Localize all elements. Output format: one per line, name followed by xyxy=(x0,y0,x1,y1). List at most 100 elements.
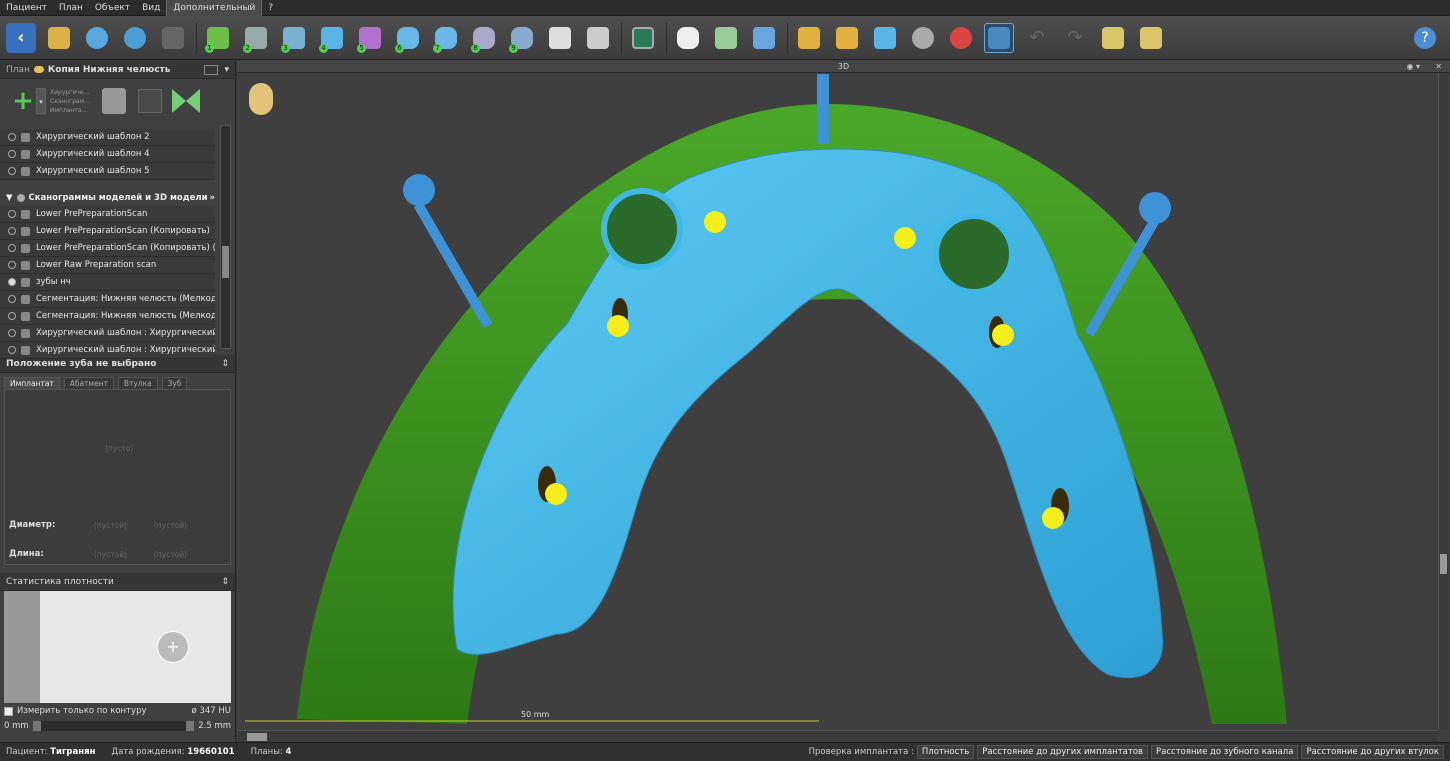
tooth-view-button[interactable] xyxy=(673,23,703,53)
layout-button[interactable] xyxy=(628,23,658,53)
step5-button[interactable]: 5 xyxy=(355,23,385,53)
radio-button[interactable] xyxy=(8,329,16,337)
list-item[interactable]: Хирургический шаблон : Хирургический ... xyxy=(0,342,215,359)
scroll-thumb[interactable] xyxy=(1440,554,1447,574)
chevron-updown-icon[interactable]: ⇕ xyxy=(221,359,229,369)
globe-button[interactable] xyxy=(120,23,150,53)
disabled-tool-button[interactable] xyxy=(158,23,188,53)
arch-button[interactable] xyxy=(984,22,1014,53)
chevron-updown-icon[interactable]: ⇕ xyxy=(221,577,229,587)
viewport-3d[interactable]: 3D ◉ ▾ ✕ 50 mm xyxy=(237,61,1450,742)
left-scrollbar[interactable] xyxy=(220,125,231,349)
implant-tool-button[interactable] xyxy=(794,23,824,53)
check-button[interactable] xyxy=(138,89,162,113)
contour-checkbox[interactable] xyxy=(4,706,13,716)
implant-tool3-button[interactable] xyxy=(870,23,900,53)
import-button[interactable] xyxy=(1098,23,1128,53)
step9-button[interactable]: 9 xyxy=(507,23,537,53)
diameter-value-2[interactable]: (пустой) xyxy=(127,521,187,530)
step8-button[interactable]: 8 xyxy=(469,23,499,53)
list-item[interactable]: Lower PrePreparationScan xyxy=(0,206,215,223)
link-button[interactable] xyxy=(82,23,112,53)
length-value-1[interactable]: (пустой) xyxy=(69,550,127,559)
step3-button[interactable]: 3 xyxy=(279,23,309,53)
list-item[interactable]: Сегментация: Нижняя челюсть (Мелкоди... xyxy=(0,291,215,308)
menu-object[interactable]: Объект xyxy=(89,0,136,16)
density-button[interactable]: Плотность xyxy=(916,745,975,759)
measure-button[interactable] xyxy=(711,23,741,53)
distance-implants-button[interactable]: Расстояние до других имплантатов xyxy=(977,745,1149,759)
chevron-down-icon[interactable]: ▾ xyxy=(224,65,229,75)
menu-bar: Пациент План Объект Вид Дополнительный ? xyxy=(0,0,1450,17)
list-item[interactable]: Сегментация: Нижняя челюсть (Мелкоди... xyxy=(0,308,215,325)
length-value-2[interactable]: (пустой) xyxy=(127,550,187,559)
close-icon[interactable]: ✕ xyxy=(1435,61,1442,73)
menu-additional[interactable]: Дополнительный xyxy=(166,0,263,17)
list-item[interactable]: Хирургический шаблон 2 xyxy=(0,129,215,146)
tab-abutment[interactable]: Абатмент xyxy=(63,377,114,389)
scrollbar-thumb[interactable] xyxy=(222,246,229,278)
radio-button[interactable] xyxy=(8,278,16,286)
radio-button[interactable] xyxy=(8,244,16,252)
zoom-button[interactable] xyxy=(908,23,938,53)
plus-icon: + xyxy=(12,86,34,116)
menu-help[interactable]: ? xyxy=(262,0,279,16)
plan-name: Копия Нижняя челюсть xyxy=(47,64,171,75)
distance-canal-button[interactable]: Расстояние до зубного канала xyxy=(1151,745,1299,759)
list-item[interactable]: Lower PrePreparationScan (Копировать) (K… xyxy=(0,240,215,257)
list-item[interactable]: Хирургический шаблон 4 xyxy=(0,146,215,163)
tool-button[interactable] xyxy=(172,89,200,113)
menu-icon[interactable] xyxy=(204,64,219,75)
orientation-head-icon[interactable] xyxy=(249,83,273,115)
viewport-vscroll[interactable] xyxy=(1438,74,1448,730)
template-icon xyxy=(21,166,30,176)
back-button[interactable]: ‹ xyxy=(6,22,36,53)
export-button[interactable] xyxy=(1136,23,1166,53)
slider-handle-right[interactable] xyxy=(186,721,195,731)
list-item[interactable]: Lower Raw Preparation scan xyxy=(0,257,215,274)
list-item[interactable]: Хирургический шаблон 5 xyxy=(0,163,215,180)
slider-handle-left[interactable] xyxy=(32,721,41,731)
step1-button[interactable]: 1 xyxy=(203,23,233,53)
range-slider[interactable] xyxy=(32,721,195,731)
step4-button[interactable]: 4 xyxy=(317,23,347,53)
help-button[interactable]: ? xyxy=(1410,23,1440,53)
redo-button[interactable]: ↷ xyxy=(1060,23,1090,53)
diameter-value-1[interactable]: (пустой) xyxy=(69,521,127,530)
add-button[interactable]: + xyxy=(10,86,36,116)
add-dropdown[interactable]: ▾ xyxy=(36,88,46,114)
radio-button[interactable] xyxy=(8,261,16,269)
scroll-thumb[interactable] xyxy=(247,733,267,741)
menu-patient[interactable]: Пациент xyxy=(0,0,53,16)
step2-button[interactable]: 2 xyxy=(241,23,271,53)
radio-button[interactable] xyxy=(8,346,16,354)
tab-tooth[interactable]: Зуб xyxy=(161,377,188,389)
eye-icon[interactable]: ◉ ▾ xyxy=(1406,61,1420,73)
implant-tool2-button[interactable] xyxy=(832,23,862,53)
model-icon xyxy=(21,345,30,355)
list-item[interactable]: зубы нч xyxy=(0,274,215,291)
undo-button[interactable]: ↶ xyxy=(1022,23,1052,53)
scans-section-header[interactable]: ▼ Сканограммы моделей и 3D модели » xyxy=(0,190,215,206)
radio-button[interactable] xyxy=(8,210,16,218)
radio-button[interactable] xyxy=(8,227,16,235)
radio-button[interactable] xyxy=(8,312,16,320)
radio-button[interactable] xyxy=(8,295,16,303)
menu-plan[interactable]: План xyxy=(53,0,89,16)
jaw-3d-view[interactable]: 50 mm xyxy=(237,74,1437,729)
remove-button[interactable] xyxy=(946,23,976,53)
box-button[interactable] xyxy=(749,23,779,53)
viewport-hscroll[interactable] xyxy=(237,730,1437,742)
print-button[interactable] xyxy=(583,23,613,53)
step7-button[interactable]: 7 xyxy=(431,23,461,53)
distance-sleeves-button[interactable]: Расстояние до других втулок xyxy=(1301,745,1444,759)
template-button[interactable] xyxy=(545,23,575,53)
list-item[interactable]: Lower PrePreparationScan (Копировать) xyxy=(0,223,215,240)
delete-button[interactable] xyxy=(102,88,126,114)
list-item[interactable]: Хирургический шаблон : Хирургический ... xyxy=(0,325,215,342)
tab-sleeve[interactable]: Втулка xyxy=(117,377,158,389)
open-folder-button[interactable] xyxy=(44,23,74,53)
menu-view[interactable]: Вид xyxy=(136,0,166,16)
step6-button[interactable]: 6 xyxy=(393,23,423,53)
tab-implant[interactable]: Имплантат xyxy=(4,377,60,389)
